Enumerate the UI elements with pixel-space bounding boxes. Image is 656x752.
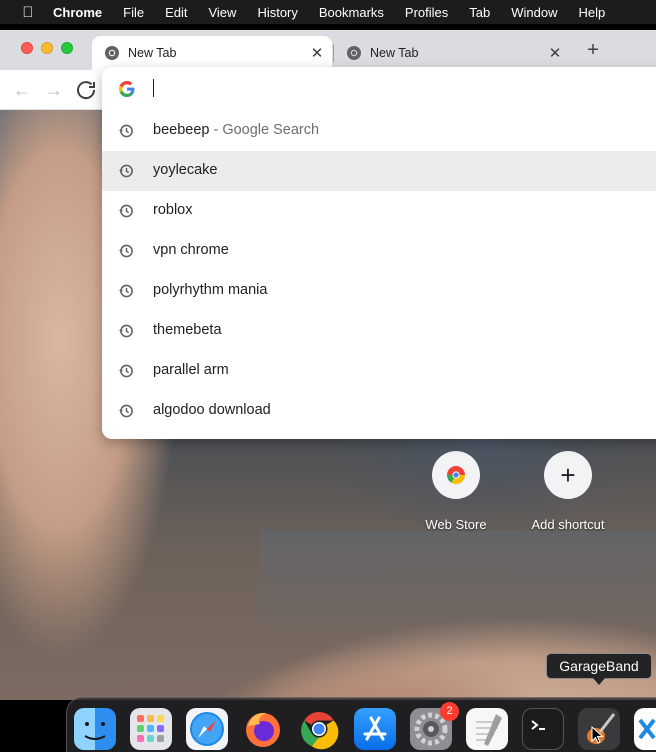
finder-icon[interactable]	[74, 708, 116, 750]
menu-help[interactable]: Help	[579, 5, 606, 20]
suggestion-text: beebeep - Google Search	[153, 122, 319, 138]
menu-app-chrome[interactable]: Chrome	[53, 5, 102, 20]
tab-title: New Tab	[370, 46, 419, 60]
launchpad-grid	[137, 715, 164, 742]
history-clock-icon	[119, 204, 133, 218]
garageband-icon[interactable]	[578, 708, 620, 750]
chrome-logo	[301, 712, 339, 750]
menu-edit[interactable]: Edit	[165, 5, 187, 20]
shortcut-label: Add shortcut	[531, 517, 605, 532]
window-zoom-button[interactable]	[61, 42, 73, 54]
reload-icon[interactable]	[74, 78, 98, 102]
background-window-light	[260, 530, 656, 650]
suggestion-item[interactable]: themebeta	[102, 311, 656, 351]
app-store-glyph	[363, 716, 387, 741]
xcode-icon[interactable]	[634, 708, 656, 750]
omnibox-dropdown: beebeep - Google Search yoylecake roblox…	[102, 67, 656, 439]
forward-arrow-icon[interactable]: →	[42, 78, 66, 102]
textedit-page	[476, 714, 502, 746]
notification-badge: 2	[440, 702, 459, 721]
history-clock-icon	[119, 124, 133, 138]
tab-close-icon[interactable]: ✕	[546, 44, 564, 62]
finder-face	[84, 722, 106, 740]
history-clock-icon	[119, 324, 133, 338]
apple-menu-icon[interactable]: 	[17, 4, 39, 21]
tab-title: New Tab	[128, 46, 177, 60]
reload-glyph	[77, 81, 96, 100]
menu-file[interactable]: File	[123, 5, 144, 20]
shortcut-tile	[432, 451, 480, 499]
suggestion-item-selected[interactable]: yoylecake	[102, 151, 656, 191]
window-close-button[interactable]	[21, 42, 33, 54]
history-clock-icon	[119, 164, 133, 178]
menu-view[interactable]: View	[208, 5, 236, 20]
suggestion-text: algodoo download	[153, 402, 271, 418]
textedit-icon[interactable]	[466, 708, 508, 750]
menu-window[interactable]: Window	[511, 5, 557, 20]
omnibox-input[interactable]	[152, 77, 632, 101]
tab-new-tab-inactive[interactable]: New Tab ✕	[334, 36, 570, 70]
launchpad-icon[interactable]	[130, 708, 172, 750]
chrome-favicon-icon	[105, 46, 119, 60]
text-caret	[153, 79, 154, 97]
dock-tooltip: GarageBand	[546, 653, 652, 679]
firefox-icon[interactable]	[242, 708, 284, 750]
firefox-logo	[246, 712, 280, 747]
app-store-icon[interactable]	[354, 708, 396, 750]
suggestion-text: polyrhythm mania	[153, 282, 268, 298]
terminal-icon[interactable]	[522, 708, 564, 750]
new-tab-plus-icon[interactable]: +	[583, 40, 603, 60]
suggestion-item[interactable]: parallel arm	[102, 351, 656, 391]
history-clock-icon	[119, 244, 133, 258]
add-shortcut-button[interactable]: + Add shortcut	[518, 451, 618, 532]
menu-profiles[interactable]: Profiles	[405, 5, 448, 20]
suggestion-query: beebeep	[153, 122, 210, 138]
suggestion-item[interactable]: vpn chrome	[102, 231, 656, 271]
suggestion-text: themebeta	[153, 322, 222, 338]
back-arrow-icon[interactable]: ←	[10, 78, 34, 102]
terminal-prompt	[531, 720, 545, 730]
plus-icon: +	[544, 451, 592, 499]
macos-menu-bar:  Chrome File Edit View History Bookmark…	[0, 0, 656, 24]
suggestion-text: vpn chrome	[153, 242, 229, 258]
suggestion-text: roblox	[153, 202, 193, 218]
suggestion-text: parallel arm	[153, 362, 229, 378]
shortcut-label: Web Store	[425, 517, 487, 532]
history-clock-icon	[119, 364, 133, 378]
menu-bookmarks[interactable]: Bookmarks	[319, 5, 384, 20]
safari-icon[interactable]	[186, 708, 228, 750]
suggestion-text: yoylecake	[153, 162, 218, 178]
chrome-icon[interactable]	[298, 708, 340, 750]
menu-history[interactable]: History	[257, 5, 297, 20]
menu-tab[interactable]: Tab	[469, 5, 490, 20]
tab-new-tab-active[interactable]: New Tab ✕	[92, 36, 332, 70]
xcode-glyph	[638, 718, 656, 740]
suggestion-item[interactable]: algodoo download	[102, 391, 656, 431]
shortcut-web-store[interactable]: Web Store	[406, 451, 506, 532]
google-g-icon	[119, 81, 135, 97]
suggestion-suffix: - Google Search	[209, 122, 320, 138]
history-clock-icon	[119, 284, 133, 298]
mouse-cursor-icon	[591, 726, 604, 744]
safari-compass	[190, 712, 224, 746]
omnibox[interactable]	[102, 67, 656, 111]
suggestion-item[interactable]: beebeep - Google Search	[102, 111, 656, 151]
tab-close-icon[interactable]: ✕	[308, 44, 326, 62]
history-clock-icon	[119, 404, 133, 418]
dock-tooltip-tail	[593, 678, 605, 685]
window-minimize-button[interactable]	[41, 42, 53, 54]
tab-strip: New Tab ✕ New Tab ✕ +	[0, 30, 656, 70]
web-store-icon	[447, 466, 465, 485]
suggestion-item[interactable]: roblox	[102, 191, 656, 231]
suggestion-item[interactable]: polyrhythm mania	[102, 271, 656, 311]
chrome-favicon-icon	[347, 46, 361, 60]
